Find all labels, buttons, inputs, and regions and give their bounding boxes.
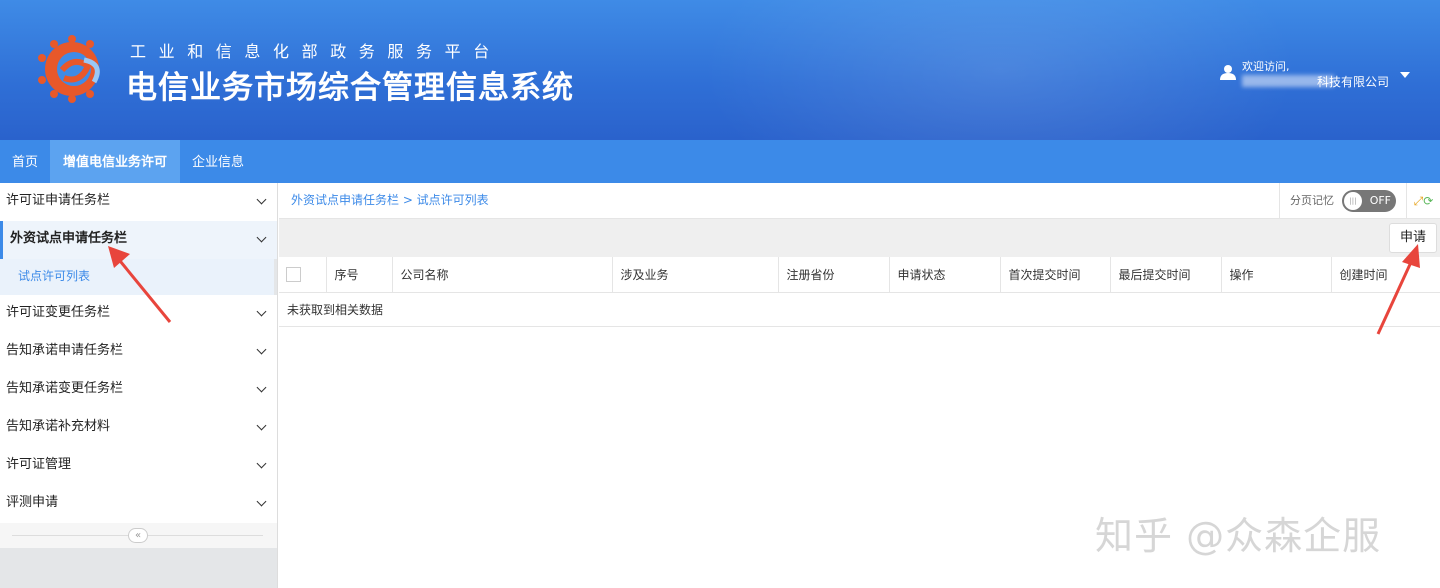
- sidebar-item-notice-supplement[interactable]: 告知承诺补充材料: [0, 409, 277, 447]
- caret-down-icon[interactable]: [1400, 72, 1410, 78]
- nav-company-info[interactable]: 企业信息: [180, 140, 256, 183]
- watermark: 知乎 @众森企服: [1095, 514, 1382, 558]
- sidebar-subitem-pilot-list[interactable]: 试点许可列表: [0, 259, 274, 295]
- system-title: 电信业务市场综合管理信息系统: [126, 70, 574, 106]
- chevron-down-icon: [256, 420, 267, 431]
- table-toolbar: 申请: [279, 219, 1440, 257]
- chevron-down-icon: [256, 344, 267, 355]
- logo-icon: [38, 35, 100, 103]
- toggle-state: OFF: [1369, 194, 1391, 207]
- sidebar-item-evaluation[interactable]: 评测申请: [0, 485, 277, 523]
- sidebar-item-label: 外资试点申请任务栏: [10, 231, 128, 246]
- chevron-down-icon: [256, 306, 267, 317]
- table-header-row: 序号 公司名称 涉及业务 注册省份 申请状态 首次提交时间 最后提交时间 操作 …: [279, 257, 1440, 293]
- sidebar-item-foreign-pilot[interactable]: 外资试点申请任务栏: [0, 221, 277, 259]
- header-banner: 工业和信息化部政务服务平台 电信业务市场综合管理信息系统 欢迎访问, 科技有限公…: [0, 0, 1440, 140]
- column-header[interactable]: 公司名称: [392, 257, 613, 293]
- sidebar-item-license-change[interactable]: 许可证变更任务栏: [0, 295, 277, 333]
- nav-vas-license[interactable]: 增值电信业务许可: [50, 140, 181, 183]
- sidebar-item-notice-change[interactable]: 告知承诺变更任务栏: [0, 371, 277, 409]
- chevron-down-icon: [256, 458, 267, 469]
- column-header[interactable]: 注册省份: [778, 257, 890, 293]
- toggle-knob: |||: [1344, 192, 1362, 210]
- column-header[interactable]: 操作: [1221, 257, 1332, 293]
- toolbar-tools: 分页记忆 ||| OFF ⤢ ⟳: [1279, 183, 1440, 219]
- user-icon: [1220, 65, 1236, 80]
- select-all-cell: [279, 257, 327, 293]
- sidebar-item-label: 许可证申请任务栏: [6, 193, 111, 208]
- sidebar-collapse-bar: «: [0, 523, 277, 548]
- column-header[interactable]: 首次提交时间: [1000, 257, 1111, 293]
- column-header[interactable]: 涉及业务: [612, 257, 779, 293]
- chevron-down-icon: [256, 194, 267, 205]
- sidebar-item-license-manage[interactable]: 许可证管理: [0, 447, 277, 485]
- sidebar-item-label: 告知承诺补充材料: [6, 419, 111, 434]
- company-name: 科技有限公司: [1317, 75, 1390, 89]
- sidebar-item-label: 告知承诺变更任务栏: [6, 381, 124, 396]
- empty-message: 未获取到相关数据: [279, 292, 1440, 327]
- column-header[interactable]: 创建时间: [1331, 257, 1440, 293]
- apply-button[interactable]: 申请: [1389, 223, 1437, 253]
- page-memory-label: 分页记忆: [1279, 183, 1334, 219]
- refresh-icon[interactable]: ⤢ ⟳: [1406, 183, 1440, 219]
- chevron-down-icon: [256, 496, 267, 507]
- breadcrumb: 外资试点申请任务栏 > 试点许可列表 分页记忆 ||| OFF ⤢ ⟳: [279, 183, 1440, 219]
- welcome-text: 欢迎访问,: [1242, 60, 1290, 73]
- sidebar-item-notice-apply[interactable]: 告知承诺申请任务栏: [0, 333, 277, 371]
- top-nav: 首页 增值电信业务许可 企业信息: [0, 140, 1440, 183]
- breadcrumb-text[interactable]: 外资试点申请任务栏 > 试点许可列表: [291, 193, 489, 207]
- table-row: 未获取到相关数据: [279, 292, 1440, 327]
- nav-home[interactable]: 首页: [0, 140, 50, 183]
- sidebar-item-label: 许可证变更任务栏: [6, 305, 111, 320]
- chevron-down-icon: [256, 232, 267, 243]
- collapse-sidebar-button[interactable]: «: [128, 528, 148, 543]
- sidebar: 许可证申请任务栏 外资试点申请任务栏 试点许可列表 许可证变更任务栏 告知承诺申…: [0, 183, 278, 588]
- select-all-checkbox[interactable]: [286, 266, 301, 282]
- column-header[interactable]: 申请状态: [889, 257, 1001, 293]
- column-header[interactable]: 序号: [326, 257, 393, 293]
- chevron-down-icon: [256, 382, 267, 393]
- pilot-license-table: 序号 公司名称 涉及业务 注册省份 申请状态 首次提交时间 最后提交时间 操作 …: [279, 257, 1440, 327]
- sidebar-item-label: 许可证管理: [6, 457, 72, 472]
- page-memory-toggle[interactable]: ||| OFF: [1342, 190, 1396, 212]
- sidebar-item-label: 告知承诺申请任务栏: [6, 343, 124, 358]
- column-header[interactable]: 最后提交时间: [1110, 257, 1222, 293]
- platform-subtitle: 工业和信息化部政务服务平台: [130, 42, 502, 61]
- sidebar-item-license-apply[interactable]: 许可证申请任务栏: [0, 183, 277, 221]
- sidebar-item-label: 评测申请: [6, 495, 59, 510]
